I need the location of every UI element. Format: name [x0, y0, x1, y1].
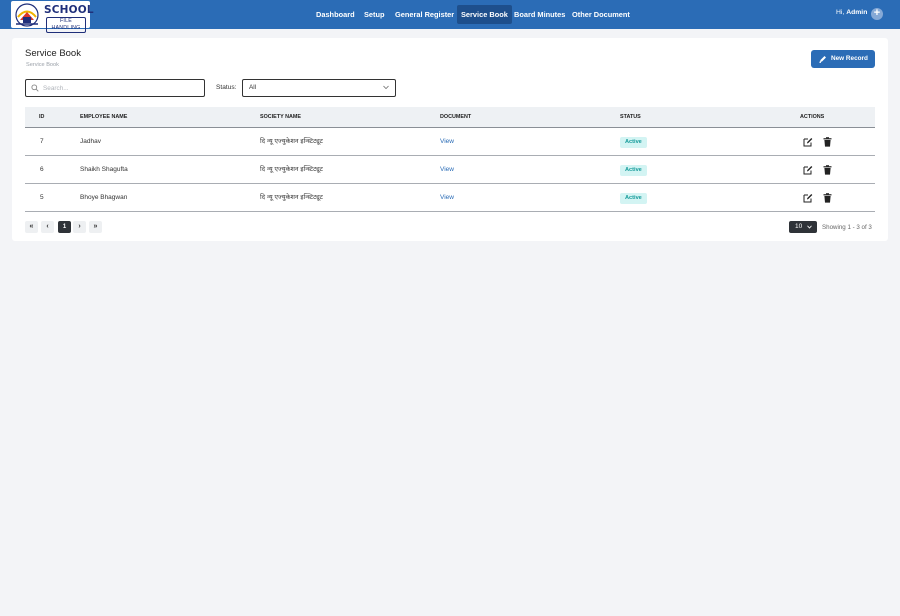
col-document[interactable]: DOCUMENT — [440, 107, 471, 127]
edit-icon[interactable] — [803, 137, 813, 147]
col-society-name[interactable]: SOCIETY NAME — [260, 107, 301, 127]
top-navbar: SCHOOL FILE HANDLING Dashboard Setup Gen… — [0, 0, 900, 33]
prev-page-button[interactable]: ‹ — [41, 221, 54, 233]
last-page-button[interactable]: » — [89, 221, 102, 233]
nav-setup[interactable]: Setup — [360, 5, 389, 24]
per-page-value: 10 — [795, 223, 803, 230]
search-icon — [31, 84, 39, 92]
new-record-label: New Record — [831, 55, 868, 62]
col-actions: ACTIONS — [800, 114, 825, 120]
edit-icon[interactable] — [803, 165, 813, 175]
cell-employee-name: Jadhav — [80, 138, 101, 145]
greeting-text: Hi, — [836, 9, 845, 16]
brand-logo[interactable]: SCHOOL FILE HANDLING — [11, 1, 94, 33]
service-book-card: Service Book Service Book New Record Sta… — [12, 38, 888, 241]
cell-id: 6 — [40, 166, 44, 173]
trash-icon[interactable] — [823, 165, 832, 175]
chevron-down-icon — [383, 85, 389, 90]
cell-society-name: दि न्यू एज्युकेशन इन्स्टिट्यूट — [260, 166, 323, 173]
view-document-link[interactable]: View — [440, 184, 454, 211]
cell-id: 7 — [40, 138, 44, 145]
chevron-down-icon — [807, 225, 812, 229]
edit-icon[interactable] — [803, 193, 813, 203]
table-row: 6 Shaikh Shagufta दि न्यू एज्युकेशन इन्स… — [25, 156, 875, 184]
col-id[interactable]: ID — [39, 107, 44, 127]
status-selected-value: All — [249, 84, 257, 91]
search-input[interactable] — [43, 80, 201, 96]
col-status[interactable]: STATUS — [620, 107, 641, 127]
nav-service-book[interactable]: Service Book — [457, 5, 512, 24]
breadcrumb: Service Book — [26, 62, 59, 68]
next-page-button[interactable]: › — [73, 221, 86, 233]
status-filter-label: Status: — [216, 84, 237, 91]
user-name: Admin — [846, 9, 868, 16]
nav-general-register[interactable]: General Register — [391, 5, 458, 24]
cell-society-name: दि न्यू एज्युकेशन इन्स्टिट्यूट — [260, 194, 323, 201]
pen-icon — [819, 56, 826, 63]
plus-circle-icon[interactable]: + — [871, 8, 883, 20]
status-select[interactable]: All — [242, 79, 396, 97]
page-1-button[interactable]: 1 — [58, 221, 71, 233]
table-header: ID EMPLOYEE NAME SOCIETY NAME DOCUMENT S… — [25, 107, 875, 128]
table-row: 7 Jadhav दि न्यू एज्युकेशन इन्स्टिट्यूट … — [25, 128, 875, 156]
school-emblem-icon — [15, 3, 39, 27]
status-badge: Active — [620, 137, 647, 148]
pagination-summary: Showing 1 - 3 of 3 — [822, 224, 872, 231]
nav-dashboard[interactable]: Dashboard — [312, 5, 359, 24]
per-page-select[interactable]: 10 — [789, 221, 817, 233]
view-document-link[interactable]: View — [440, 128, 454, 155]
user-greeting[interactable]: Hi, Admin — [836, 9, 867, 16]
trash-icon[interactable] — [823, 137, 832, 147]
cell-employee-name: Shaikh Shagufta — [80, 166, 128, 173]
nav-other-document[interactable]: Other Document — [568, 5, 634, 24]
cell-society-name: दि न्यू एज्युकेशन इन्स्टिट्यूट — [260, 138, 323, 145]
status-badge: Active — [620, 165, 647, 176]
trash-icon[interactable] — [823, 193, 832, 203]
brand-tagline: FILE HANDLING — [46, 17, 86, 33]
table-row: 5 Bhoye Bhagwan दि न्यू एज्युकेशन इन्स्ट… — [25, 184, 875, 212]
nav-board-minutes[interactable]: Board Minutes — [510, 5, 569, 24]
cell-id: 5 — [40, 194, 44, 201]
search-box — [25, 79, 205, 97]
first-page-button[interactable]: « — [25, 221, 38, 233]
page-title: Service Book — [25, 48, 81, 59]
new-record-button[interactable]: New Record — [811, 50, 875, 68]
view-document-link[interactable]: View — [440, 156, 454, 183]
col-employee-name[interactable]: EMPLOYEE NAME — [80, 107, 127, 127]
brand-name: SCHOOL — [44, 4, 94, 16]
cell-employee-name: Bhoye Bhagwan — [80, 194, 128, 201]
status-badge: Active — [620, 193, 647, 204]
